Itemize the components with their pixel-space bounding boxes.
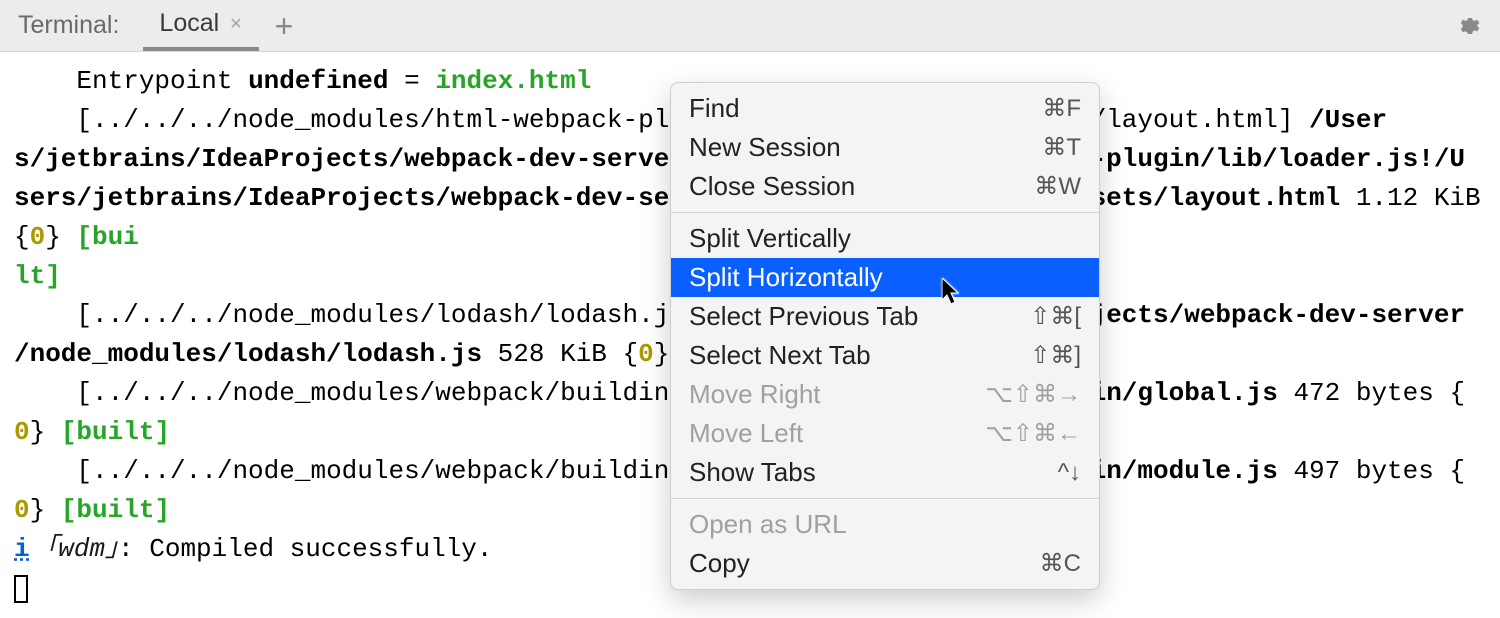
menu-item-label: Open as URL xyxy=(689,509,847,540)
terminal-tabs: Local ✕ + xyxy=(143,0,293,51)
menu-item-shortcut: ⌘F xyxy=(1042,94,1081,123)
menu-item-shortcut: ⌥⇧⌘→ xyxy=(985,380,1081,409)
menu-item-label: Select Next Tab xyxy=(689,340,871,371)
menu-item-shortcut: ^↓ xyxy=(1058,459,1081,487)
menu-item-label: Close Session xyxy=(689,171,855,202)
menu-item-split-vertically[interactable]: Split Vertically xyxy=(671,219,1099,258)
menu-item-move-right: Move Right ⌥⇧⌘→ xyxy=(671,375,1099,414)
menu-item-shortcut: ⌘T xyxy=(1042,133,1081,162)
context-menu: Find ⌘F New Session ⌘T Close Session ⌘W Split … xyxy=(670,82,1100,590)
menu-item-label: Split Horizontally xyxy=(689,262,883,293)
menu-item-new-session[interactable]: New Session ⌘T xyxy=(671,128,1099,167)
plus-icon[interactable]: + xyxy=(275,10,294,42)
menu-item-split-horizontally[interactable]: Split Horizontally xyxy=(671,258,1099,297)
menu-item-open-as-url: Open as URL xyxy=(671,505,1099,544)
menu-item-shortcut: ⌘C xyxy=(1040,549,1081,578)
menu-item-label: Move Left xyxy=(689,418,803,449)
menu-item-label: Split Vertically xyxy=(689,223,851,254)
menu-item-shortcut: ⌘W xyxy=(1034,172,1081,201)
menu-item-label: Copy xyxy=(689,548,750,579)
tool-window-header: Terminal: Local ✕ + xyxy=(0,0,1500,52)
menu-item-label: New Session xyxy=(689,132,841,163)
menu-item-label: Select Previous Tab xyxy=(689,301,918,332)
menu-item-show-tabs[interactable]: Show Tabs ^↓ xyxy=(671,453,1099,492)
menu-item-close-session[interactable]: Close Session ⌘W xyxy=(671,167,1099,206)
tab-local[interactable]: Local ✕ xyxy=(143,0,258,51)
menu-item-move-left: Move Left ⌥⇧⌘← xyxy=(671,414,1099,453)
menu-item-shortcut: ⌥⇧⌘← xyxy=(985,419,1081,448)
tool-window-title: Terminal: xyxy=(18,11,119,40)
tab-label: Local xyxy=(159,9,219,38)
menu-item-label: Move Right xyxy=(689,379,821,410)
menu-item-select-previous-tab[interactable]: Select Previous Tab ⇧⌘[ xyxy=(671,297,1099,336)
menu-item-select-next-tab[interactable]: Select Next Tab ⇧⌘] xyxy=(671,336,1099,375)
menu-item-copy[interactable]: Copy ⌘C xyxy=(671,544,1099,583)
menu-item-find[interactable]: Find ⌘F xyxy=(671,89,1099,128)
terminal-cursor xyxy=(14,575,28,603)
gear-icon[interactable] xyxy=(1456,14,1480,38)
menu-item-label: Find xyxy=(689,93,740,124)
menu-item-label: Show Tabs xyxy=(689,457,816,488)
menu-item-shortcut: ⇧⌘] xyxy=(1030,341,1081,370)
menu-item-shortcut: ⇧⌘[ xyxy=(1030,302,1081,331)
menu-separator xyxy=(671,212,1099,213)
menu-separator xyxy=(671,498,1099,499)
close-icon[interactable]: ✕ xyxy=(229,14,242,34)
